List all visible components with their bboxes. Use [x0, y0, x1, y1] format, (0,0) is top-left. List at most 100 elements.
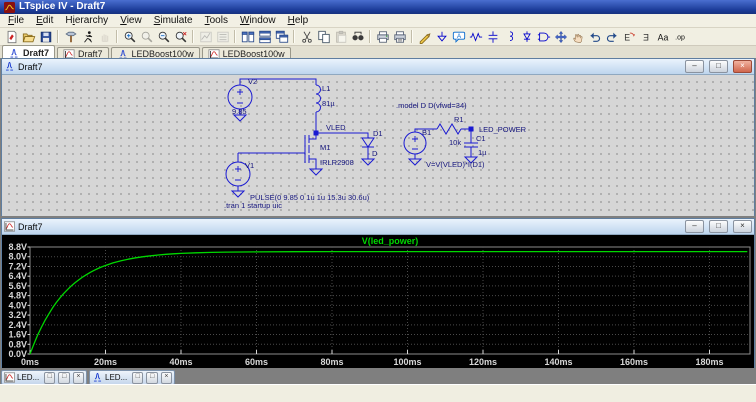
toolbar-separator — [234, 30, 236, 43]
zoom-out-button[interactable] — [155, 29, 172, 44]
control-panel-button[interactable] — [62, 29, 79, 44]
zoom-extents-button[interactable] — [172, 29, 189, 44]
spice-directive-button[interactable]: .op — [671, 29, 688, 44]
rotate-button[interactable]: E — [620, 29, 637, 44]
save-button[interactable] — [37, 29, 54, 44]
waveform-icon — [4, 372, 15, 383]
schematic-icon — [8, 48, 20, 59]
find-button[interactable] — [349, 29, 366, 44]
ground-button[interactable] — [433, 29, 450, 44]
voltage-source-v2[interactable] — [228, 85, 252, 109]
page-setup-button[interactable] — [374, 29, 391, 44]
inductor-button[interactable] — [501, 29, 518, 44]
maximize-button[interactable]: □ — [146, 372, 157, 384]
tab-label: Draft7 — [23, 48, 49, 58]
toolbar: A EƎAa.op — [0, 28, 756, 46]
minimized-window-label: LED... — [17, 373, 39, 382]
close-button[interactable]: × — [733, 220, 752, 233]
mdi-workspace: Draft7 – □ × — [0, 58, 756, 385]
app-titlebar[interactable]: LTspice IV - Draft7 — [0, 0, 756, 14]
schematic-window: Draft7 – □ × — [1, 58, 755, 216]
tran-directive: .tran 1 startup uic — [224, 201, 282, 210]
tile-horizontally-button[interactable] — [256, 29, 273, 44]
ltspice-logo-icon — [4, 2, 15, 13]
undo-button[interactable] — [586, 29, 603, 44]
component-button[interactable] — [535, 29, 552, 44]
cascade-windows-button[interactable] — [273, 29, 290, 44]
menu-edit[interactable]: Edit — [30, 14, 59, 27]
trace-label[interactable]: V(led_power) — [362, 236, 419, 246]
minimize-button[interactable]: – — [685, 60, 704, 73]
redo-button[interactable] — [603, 29, 620, 44]
x-tick-label: 100ms — [393, 357, 421, 367]
resistor-r1[interactable] — [437, 124, 461, 134]
text-button[interactable]: Aa — [654, 29, 671, 44]
schematic-icon — [4, 61, 15, 72]
minimized-window-waveform[interactable]: LED... □□ × — [1, 370, 87, 385]
copy-button[interactable] — [315, 29, 332, 44]
x-tick-label: 20ms — [94, 357, 117, 367]
tile-vertically-button[interactable] — [239, 29, 256, 44]
menu-tools[interactable]: Tools — [199, 14, 234, 27]
schematic-window-titlebar[interactable]: Draft7 – □ × — [2, 59, 754, 75]
waveform-window-titlebar[interactable]: Draft7 – □ × — [2, 219, 754, 235]
maximize-button[interactable]: □ — [58, 372, 69, 384]
net-label-button[interactable]: A — [450, 29, 467, 44]
x-tick-label: 120ms — [469, 357, 497, 367]
mirror-button[interactable]: Ǝ — [637, 29, 654, 44]
schematic-window-title: Draft7 — [18, 62, 43, 72]
halt-button — [96, 29, 113, 44]
menu-hierarchy[interactable]: Hierarchy — [59, 14, 114, 27]
mosfet-m1[interactable] — [305, 135, 309, 163]
drag-button[interactable] — [569, 29, 586, 44]
menu-view[interactable]: View — [114, 14, 148, 27]
wire-button[interactable] — [416, 29, 433, 44]
menu-help[interactable]: Help — [282, 14, 315, 27]
paste-button — [332, 29, 349, 44]
run-button[interactable] — [79, 29, 96, 44]
diode-d1[interactable] — [362, 138, 374, 147]
ground-symbol — [310, 169, 322, 175]
schematic-canvas[interactable]: V2 9.85 L1 81µ VLED D1 D M1 IRLR2908 V1 … — [2, 75, 754, 216]
zoom-area-button[interactable] — [121, 29, 138, 44]
capacitor-button[interactable] — [484, 29, 501, 44]
close-button[interactable]: × — [733, 60, 752, 73]
open-button[interactable] — [20, 29, 37, 44]
menu-window[interactable]: Window — [234, 14, 282, 27]
capacitor-c1[interactable] — [464, 143, 478, 147]
menu-file[interactable]: File — [2, 14, 30, 27]
y-tick-label: 8.0V — [8, 252, 27, 262]
inductor-l1[interactable] — [316, 85, 321, 112]
minimized-windows-row: LED...□□×LED...□□× — [1, 370, 175, 385]
close-button[interactable]: × — [161, 372, 172, 384]
v2-ref-label: V2 — [248, 77, 257, 86]
toolbar-separator — [293, 30, 295, 43]
minimize-button[interactable]: – — [685, 220, 704, 233]
schematic-icon — [92, 372, 103, 383]
toolbar-separator — [411, 30, 413, 43]
ground-symbol — [409, 159, 421, 165]
diode-button[interactable] — [518, 29, 535, 44]
restore-button[interactable]: □ — [44, 372, 55, 384]
trace-vled-power[interactable] — [30, 252, 747, 354]
resistor-button[interactable] — [467, 29, 484, 44]
move-button[interactable] — [552, 29, 569, 44]
model-directive: .model D D(vfwd=34) — [396, 101, 467, 110]
y-tick-label: 2.4V — [8, 320, 27, 330]
restore-button[interactable]: □ — [709, 60, 728, 73]
restore-button[interactable]: □ — [709, 220, 728, 233]
c1-value-label: 1µ — [478, 148, 487, 157]
close-button[interactable]: × — [73, 372, 84, 384]
menu-simulate[interactable]: Simulate — [148, 14, 199, 27]
minimized-window-label: LED... — [105, 373, 127, 382]
minimized-window-schematic[interactable]: LED... □□ × — [89, 370, 175, 385]
new-schematic-button[interactable] — [3, 29, 20, 44]
v1-ref-label: V1 — [245, 161, 254, 170]
cut-button[interactable] — [298, 29, 315, 44]
restore-button[interactable]: □ — [132, 372, 143, 384]
d1-ref-label: D1 — [373, 129, 383, 138]
print-button[interactable] — [391, 29, 408, 44]
y-axis-labels: 8.8V8.0V7.2V6.4V5.6V4.8V4.0V3.2V2.4V1.6V… — [8, 242, 30, 359]
zoom-back-button — [138, 29, 155, 44]
waveform-pane[interactable]: 8.8V8.0V7.2V6.4V5.6V4.8V4.0V3.2V2.4V1.6V… — [2, 235, 754, 368]
